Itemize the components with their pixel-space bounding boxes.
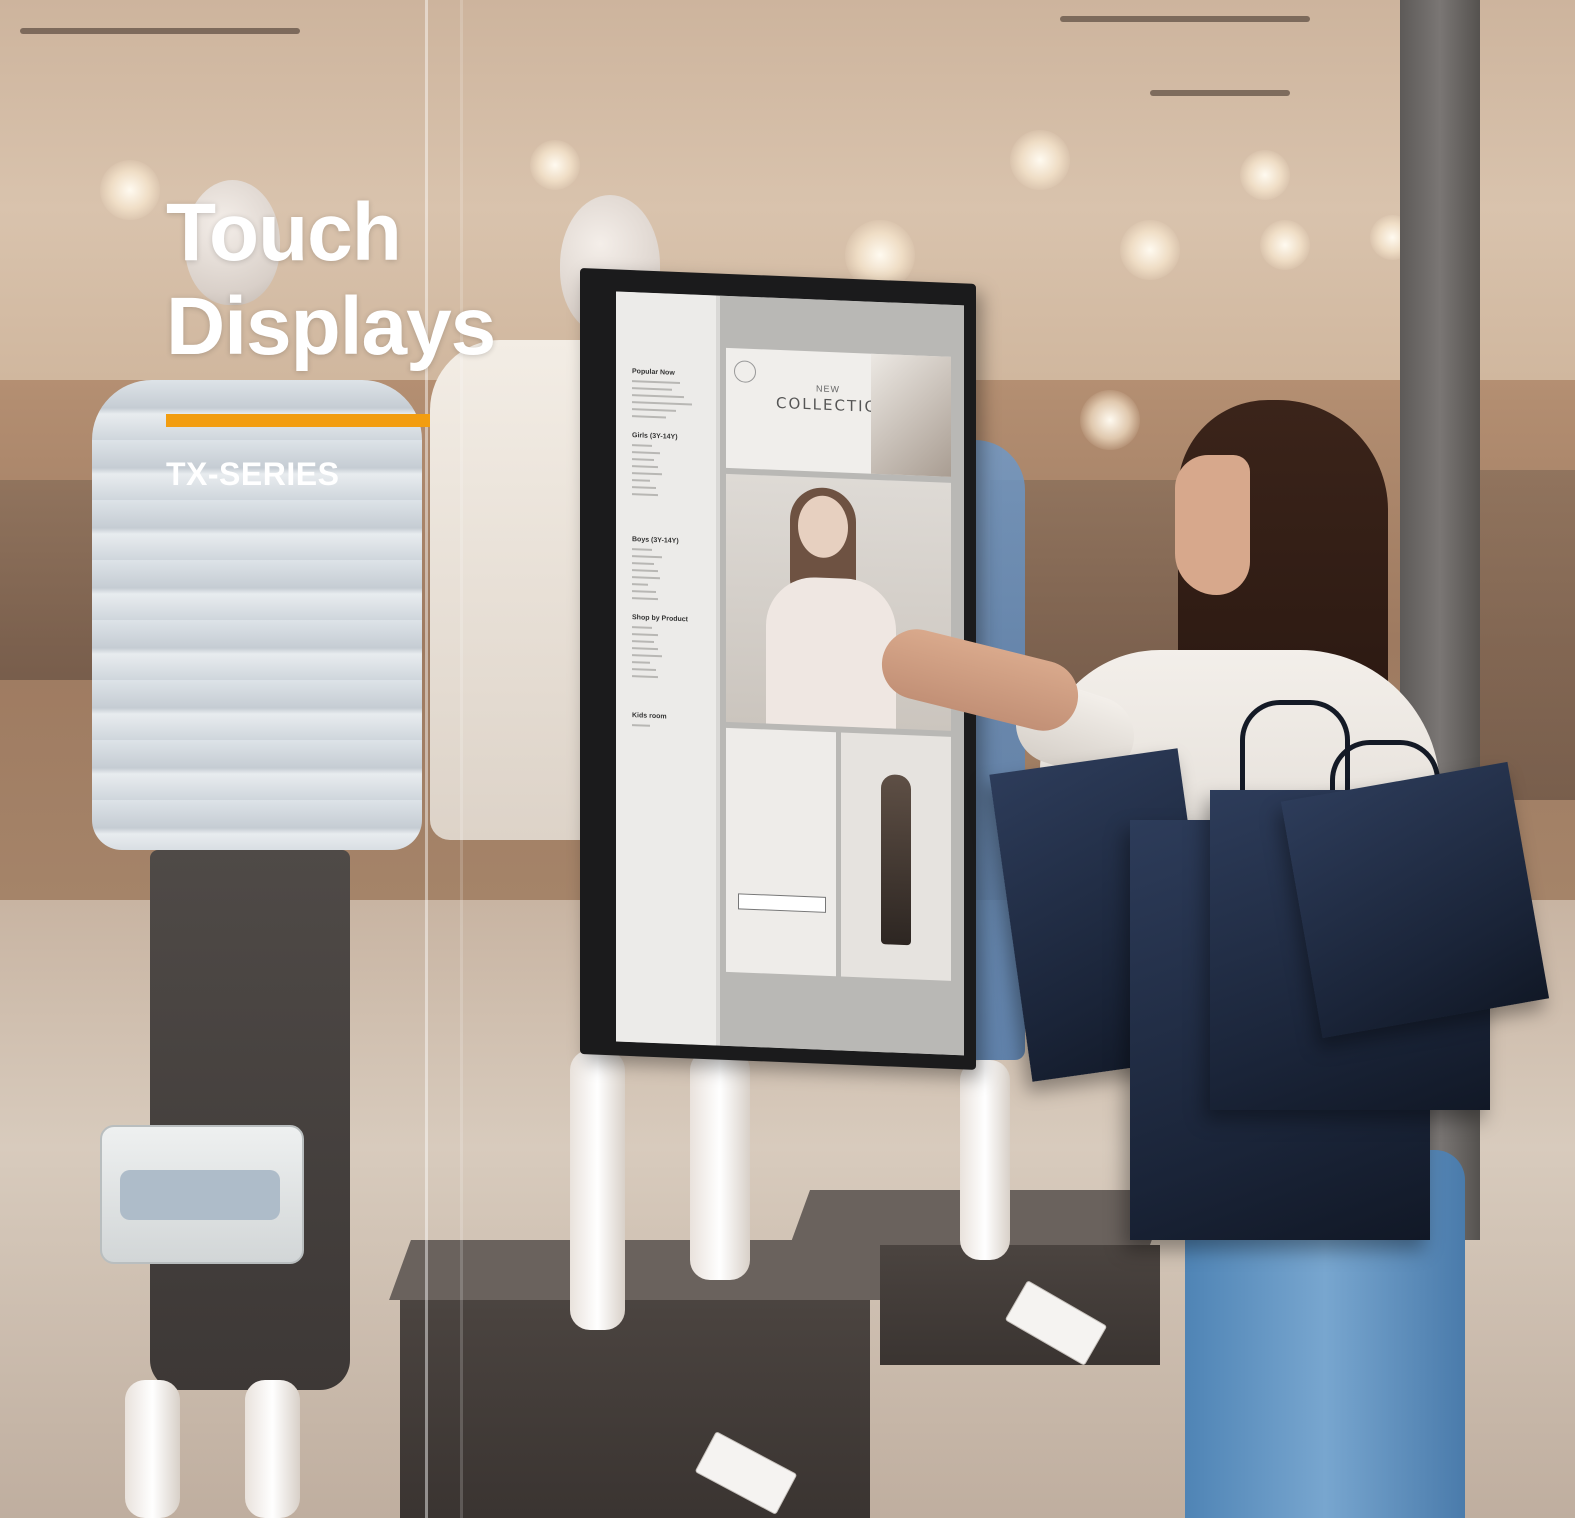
sidebar-link[interactable] <box>632 444 652 447</box>
hero-banner[interactable]: NEW COLLECTION <box>726 347 951 477</box>
sidebar-link[interactable] <box>632 465 658 469</box>
mannequin-leg <box>690 1050 750 1280</box>
model-face <box>798 494 848 559</box>
model-figure <box>881 774 911 946</box>
sidebar-link[interactable] <box>632 590 656 594</box>
sidebar-link[interactable] <box>632 633 658 637</box>
sidebar-link[interactable] <box>632 675 658 679</box>
shopper-face <box>1175 455 1250 595</box>
model-coat <box>766 575 896 729</box>
sidebar-link[interactable] <box>632 583 648 586</box>
sidebar-link[interactable] <box>632 626 652 629</box>
mannequin-leg <box>570 1050 625 1330</box>
sidebar-link[interactable] <box>632 458 654 461</box>
puffer-jacket <box>92 380 422 850</box>
sidebar-link[interactable] <box>632 640 654 643</box>
sidebar-link[interactable] <box>632 724 650 727</box>
sidebar-link[interactable] <box>632 387 672 391</box>
sidebar-link[interactable] <box>632 576 660 580</box>
sidebar-link[interactable] <box>632 394 684 399</box>
ceiling-light <box>1010 130 1070 190</box>
clothing-rack <box>1470 470 1575 800</box>
sidebar-link[interactable] <box>632 479 650 482</box>
sidebar-link[interactable] <box>632 401 692 406</box>
sidebar-section-kids-room[interactable]: Kids room <box>632 712 667 720</box>
sidebar-link[interactable] <box>632 451 660 455</box>
mannequin-leg <box>960 1060 1010 1260</box>
ceiling-light <box>530 140 580 190</box>
ceiling-light <box>1260 220 1310 270</box>
pedestal-top <box>389 1240 911 1300</box>
sidebar-link[interactable] <box>632 562 654 565</box>
sidebar-section-popular[interactable]: Popular Now <box>632 368 675 377</box>
title-line-2: Displays <box>166 281 496 372</box>
hero-new-text: NEW <box>816 383 840 395</box>
sidebar-link[interactable] <box>632 486 656 490</box>
mannequin-leg <box>245 1380 300 1518</box>
ceiling-light <box>100 160 160 220</box>
shopping-bag <box>1280 761 1550 1039</box>
ceiling-track <box>1060 16 1310 22</box>
sidebar-section-girls[interactable]: Girls (3Y-14Y) <box>632 432 678 441</box>
sidebar-link[interactable] <box>632 472 662 476</box>
sidebar-link[interactable] <box>632 569 658 573</box>
ceiling-track <box>20 28 300 34</box>
sidebar-section-boys[interactable]: Boys (3Y-14Y) <box>632 536 679 545</box>
sidebar-link[interactable] <box>632 415 666 419</box>
display-pedestal <box>400 1300 870 1518</box>
sale-button[interactable] <box>738 893 826 913</box>
product-tile[interactable] <box>726 727 836 977</box>
sidebar-section-product[interactable]: Shop by Product <box>632 614 688 623</box>
mannequin-leg <box>125 1380 180 1518</box>
sidebar-link[interactable] <box>632 548 652 551</box>
hero-photo <box>871 353 951 477</box>
brand-badge-icon <box>734 360 756 384</box>
title-line-1: Touch <box>166 187 402 278</box>
sidebar-link[interactable] <box>632 555 662 559</box>
ceiling-light <box>1240 150 1290 200</box>
ceiling-light <box>1120 220 1180 280</box>
accent-divider <box>166 414 430 427</box>
ceiling-light <box>1080 390 1140 450</box>
sidebar-link[interactable] <box>632 661 650 664</box>
sidebar-link[interactable] <box>632 493 658 497</box>
mannequin-skirt <box>150 850 350 1390</box>
product-tile[interactable] <box>841 732 951 981</box>
ceiling-track <box>1150 90 1290 96</box>
handbag-flap <box>120 1170 280 1220</box>
sidebar-link[interactable] <box>632 647 658 651</box>
series-label: TX-SERIES <box>166 456 340 492</box>
sidebar-link[interactable] <box>632 380 680 385</box>
sidebar-link[interactable] <box>632 597 658 601</box>
page-title: Touch Displays <box>166 186 496 374</box>
sidebar-link[interactable] <box>632 668 656 672</box>
sidebar-link[interactable] <box>632 654 662 658</box>
screen-sidebar: Popular Now Girls (3Y-14Y) Boys (3Y-14Y) <box>616 291 716 1046</box>
sidebar-link[interactable] <box>632 408 676 412</box>
